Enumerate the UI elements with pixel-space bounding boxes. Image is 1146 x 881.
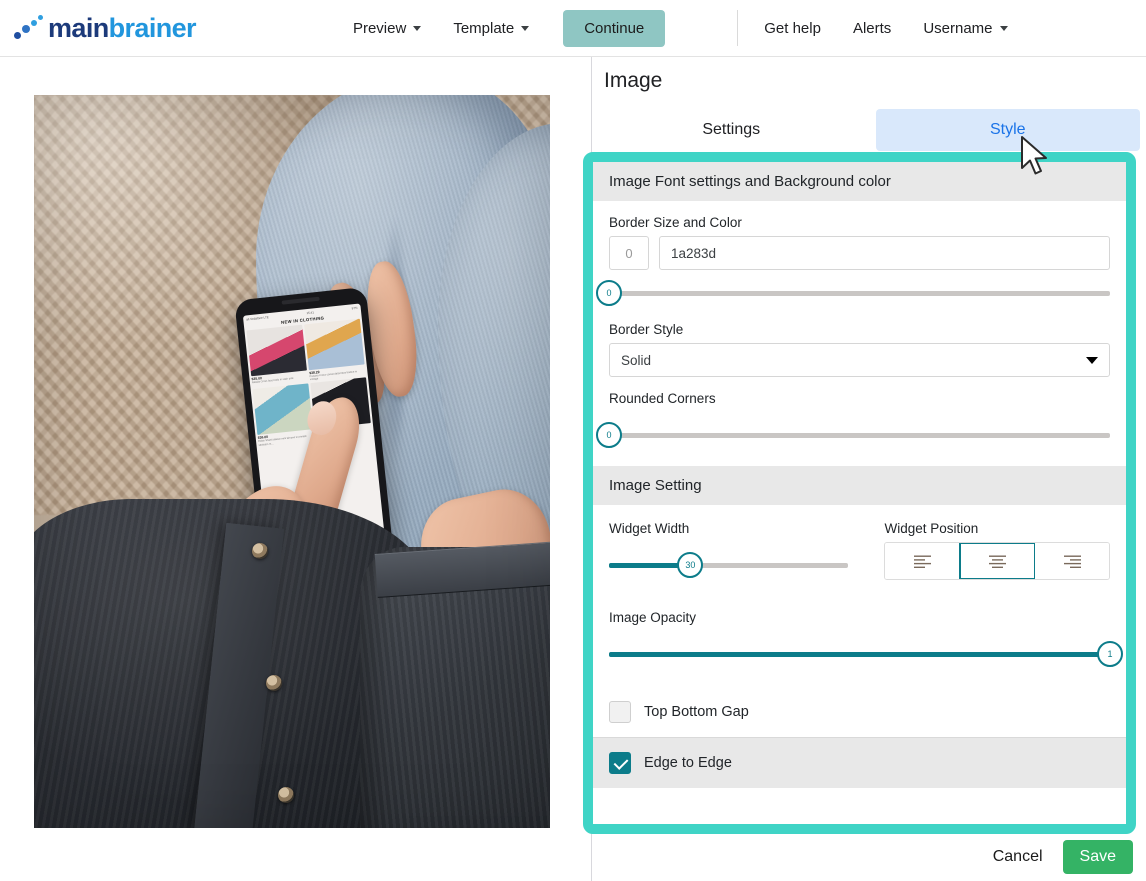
rounded-corners-slider-knob[interactable]: 0 bbox=[596, 422, 622, 448]
tab-settings[interactable]: Settings bbox=[599, 109, 864, 151]
top-navigation-bar: mainbrainer Preview Template Continue Ge… bbox=[0, 0, 1146, 57]
section-header-image-setting: Image Setting bbox=[593, 466, 1126, 505]
phone-status-time: 15:41 bbox=[306, 309, 315, 315]
logo-text-main: main bbox=[48, 12, 109, 43]
continue-button[interactable]: Continue bbox=[563, 9, 666, 47]
mainbrainer-logo[interactable]: mainbrainer bbox=[14, 8, 197, 48]
nav-item-template-label: Template bbox=[453, 19, 515, 37]
widget-width-group: Widget Width 30 bbox=[609, 507, 849, 580]
photo-jacket-button bbox=[252, 543, 268, 559]
widget-width-position-row: Widget Width 30 Widget Position bbox=[609, 505, 1110, 580]
image-opacity-slider[interactable]: 1 bbox=[609, 639, 1123, 669]
align-left-button[interactable] bbox=[885, 543, 960, 579]
border-size-color-row bbox=[609, 236, 1110, 270]
border-style-label: Border Style bbox=[609, 322, 684, 337]
edge-to-edge-label: Edge to Edge bbox=[644, 755, 732, 771]
image-widget-photo[interactable]: ail Vodafone LTE 15:41 97% NEW IN CLOTHI… bbox=[34, 95, 550, 828]
chevron-down-icon bbox=[999, 25, 1008, 31]
section-body-font-settings: Border Size and Color 0 Border Style Sol… bbox=[593, 201, 1126, 450]
panel-footer-actions: Cancel Save bbox=[593, 840, 1146, 874]
nav-item-username[interactable]: Username bbox=[907, 12, 1023, 45]
chevron-down-icon bbox=[413, 25, 422, 31]
widget-position-group: Widget Position bbox=[884, 507, 1110, 580]
edge-to-edge-row[interactable]: Edge to Edge bbox=[593, 737, 1126, 788]
phone-product-thumb bbox=[304, 318, 365, 371]
border-color-input[interactable] bbox=[659, 236, 1110, 270]
panel-tabs: Settings Style bbox=[593, 109, 1146, 151]
border-style-selected-value: Solid bbox=[621, 352, 652, 368]
edge-to-edge-checkbox[interactable] bbox=[609, 752, 631, 774]
email-canvas-preview: ail Vodafone LTE 15:41 97% NEW IN CLOTHI… bbox=[0, 57, 592, 881]
chevron-down-icon bbox=[521, 25, 530, 31]
chevron-down-icon bbox=[1086, 357, 1098, 364]
align-right-button[interactable] bbox=[1035, 543, 1109, 579]
widget-position-segmented-control bbox=[884, 542, 1110, 580]
top-bottom-gap-checkbox[interactable] bbox=[609, 701, 631, 723]
align-left-icon bbox=[913, 555, 931, 568]
border-size-input[interactable] bbox=[609, 236, 649, 270]
align-center-icon bbox=[989, 555, 1007, 568]
user-menu: Get help Alerts Username bbox=[748, 12, 1023, 45]
border-size-slider-track bbox=[609, 291, 1110, 296]
image-properties-panel: Image Settings Style Image Font settings… bbox=[583, 57, 1146, 881]
rounded-corners-slider-track bbox=[609, 433, 1110, 438]
logo-dots-icon bbox=[14, 15, 44, 41]
rounded-corners-slider[interactable]: 0 bbox=[596, 420, 1110, 450]
phone-product-card: $35.00 Natalia Cross lace body in satin … bbox=[246, 324, 308, 388]
nav-item-alerts[interactable]: Alerts bbox=[837, 12, 907, 45]
nav-item-template[interactable]: Template bbox=[437, 12, 545, 45]
top-bottom-gap-row[interactable]: Top Bottom Gap bbox=[593, 687, 1126, 737]
border-size-slider[interactable]: 0 bbox=[596, 278, 1110, 308]
widget-width-slider[interactable]: 30 bbox=[609, 550, 849, 580]
border-size-slider-knob[interactable]: 0 bbox=[596, 280, 622, 306]
phone-product-card: $36.00 Dolce Shawl sleeve mini kimono in… bbox=[252, 383, 315, 447]
main-menu: Preview Template Continue bbox=[337, 9, 666, 47]
phone-status-battery: 97% bbox=[351, 305, 358, 310]
nav-item-alerts-label: Alerts bbox=[852, 19, 892, 37]
header-divider bbox=[737, 10, 739, 46]
photo-jacket-button bbox=[278, 787, 294, 803]
nav-item-get-help[interactable]: Get help bbox=[748, 12, 837, 45]
align-right-icon bbox=[1063, 555, 1081, 568]
logo-text-brainer: brainer bbox=[108, 12, 197, 43]
widget-width-slider-knob[interactable]: 30 bbox=[677, 552, 704, 578]
section-header-font-settings: Image Font settings and Background color bbox=[593, 162, 1126, 201]
nav-item-get-help-label: Get help bbox=[764, 19, 821, 37]
image-opacity-slider-knob[interactable]: 1 bbox=[1097, 641, 1123, 667]
photo-jacket-button bbox=[266, 675, 282, 691]
nav-item-username-label: Username bbox=[923, 19, 993, 37]
phone-speaker-icon bbox=[281, 296, 320, 305]
nav-item-preview-label: Preview bbox=[352, 19, 407, 37]
cancel-button[interactable]: Cancel bbox=[993, 848, 1043, 866]
border-style-select[interactable]: Solid bbox=[609, 343, 1110, 377]
page-title: Image bbox=[604, 69, 663, 92]
style-settings-highlight-box: Image Font settings and Background color… bbox=[583, 152, 1136, 834]
rounded-corners-label: Rounded Corners bbox=[609, 391, 716, 406]
widget-position-label: Widget Position bbox=[884, 521, 979, 536]
section-body-image-setting: Widget Width 30 Widget Position Image Op… bbox=[593, 505, 1126, 669]
save-button[interactable]: Save bbox=[1062, 840, 1133, 874]
phone-product-thumb bbox=[246, 324, 307, 377]
widget-width-label: Widget Width bbox=[609, 521, 690, 536]
image-opacity-slider-fill bbox=[609, 652, 1110, 657]
top-bottom-gap-label: Top Bottom Gap bbox=[644, 704, 749, 720]
border-size-color-label: Border Size and Color bbox=[609, 215, 742, 230]
align-center-button[interactable] bbox=[958, 543, 1037, 579]
phone-product-thumb bbox=[252, 383, 314, 436]
logo-wordmark: mainbrainer bbox=[48, 12, 197, 43]
nav-item-preview[interactable]: Preview bbox=[337, 12, 437, 45]
phone-product-card: $38.29 Panana Cross corset detail lace b… bbox=[304, 318, 366, 382]
tab-style[interactable]: Style bbox=[875, 109, 1140, 151]
image-opacity-label: Image Opacity bbox=[609, 610, 697, 625]
